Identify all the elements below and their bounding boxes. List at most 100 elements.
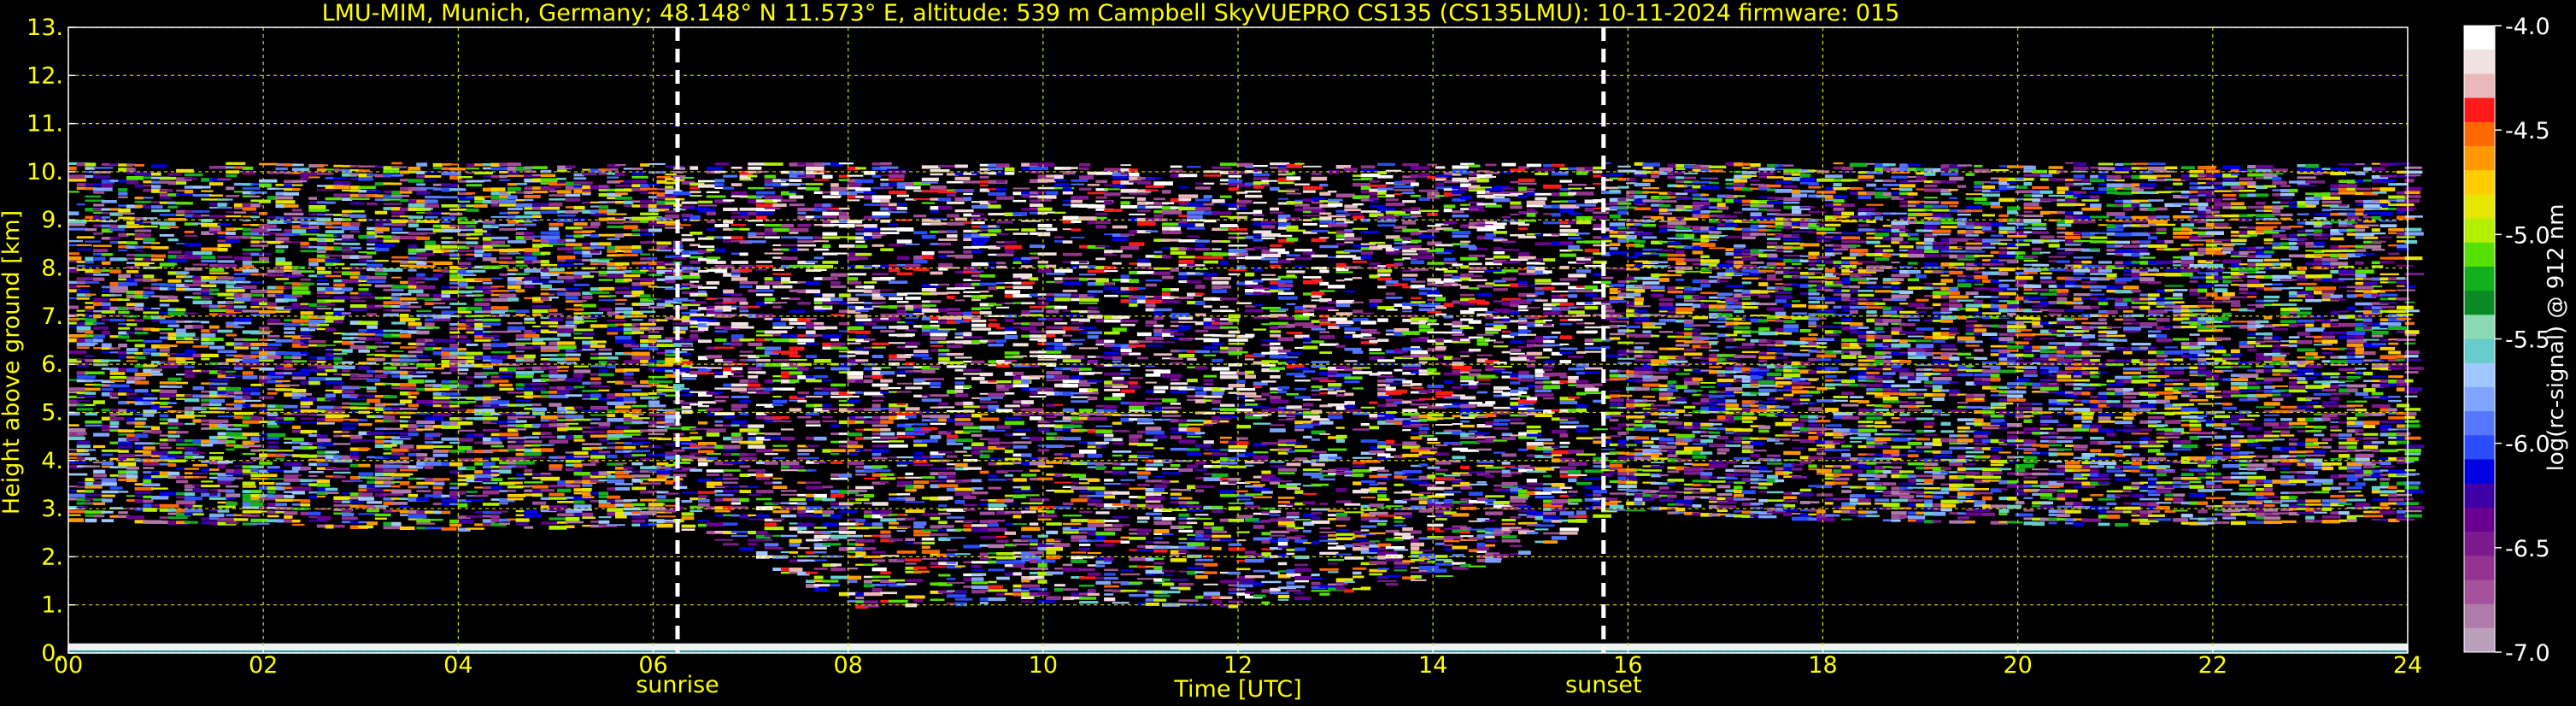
heat-cell (267, 391, 278, 395)
heat-cell (349, 300, 367, 303)
heat-cell (540, 505, 549, 509)
heat-cell (208, 403, 222, 406)
heat-cell (590, 311, 604, 315)
heat-cell (838, 346, 848, 350)
heat-cell (871, 355, 883, 358)
heat-cell (607, 168, 619, 171)
heat-cell (217, 276, 234, 280)
heat-cell (913, 353, 930, 357)
heat-cell (441, 216, 456, 220)
heat-cell (217, 509, 230, 513)
heat-cell (184, 497, 202, 501)
heat-cell (573, 369, 591, 374)
heat-cell (391, 309, 411, 312)
heat-cell (208, 325, 220, 329)
heat-cell (441, 425, 461, 429)
heat-cell (813, 321, 824, 325)
heat-cell (789, 227, 809, 232)
heat-cell (118, 454, 135, 458)
heat-cell (192, 504, 202, 508)
heat-cell (425, 215, 438, 219)
heat-cell (880, 436, 898, 440)
heat-cell (789, 297, 801, 301)
heat-cell (275, 200, 296, 204)
heat-cell (425, 244, 441, 250)
heat-cell (656, 495, 666, 499)
heat-cell (889, 191, 907, 195)
heat-cell (284, 515, 293, 519)
heat-cell (615, 426, 630, 429)
heat-cell (797, 236, 813, 240)
heat-cell (515, 203, 532, 208)
heat-cell (208, 309, 229, 312)
heat-cell (689, 272, 700, 276)
heat-cell (590, 459, 600, 463)
heat-cell (259, 179, 278, 183)
heat-cell (532, 301, 543, 303)
heat-cell (896, 514, 906, 516)
heat-cell (250, 289, 268, 293)
heat-cell (607, 327, 625, 332)
heat-cell (905, 485, 914, 489)
heat-cell (838, 403, 854, 407)
heat-cell (806, 469, 817, 472)
heat-cell (623, 499, 637, 502)
heat-cell (565, 325, 575, 327)
heat-cell (896, 456, 914, 459)
heat-cell (333, 373, 343, 375)
heat-cell (549, 366, 559, 369)
heat-cell (143, 483, 161, 486)
heat-cell (267, 290, 284, 294)
heat-cell (425, 240, 436, 245)
heat-cell (689, 468, 702, 472)
heat-cell (267, 302, 277, 307)
heat-cell (134, 254, 154, 257)
heat-cell (408, 449, 421, 451)
heat-cell (416, 162, 428, 167)
heat-cell (731, 534, 748, 538)
heat-cell (863, 591, 883, 597)
heat-cell (938, 406, 955, 409)
heat-cell (822, 174, 833, 179)
heat-cell (151, 373, 163, 376)
heat-cell (367, 279, 386, 283)
heat-cell (143, 503, 153, 508)
heat-cell (250, 195, 261, 197)
heat-cell (167, 516, 178, 520)
heat-cell (731, 432, 742, 437)
heat-cell (275, 507, 294, 510)
heat-cell (482, 347, 492, 350)
heat-cell (863, 338, 876, 341)
heat-cell (159, 365, 179, 368)
heat-cell (432, 318, 451, 321)
heat-cell (325, 258, 340, 262)
heat-cell (838, 179, 848, 181)
heat-cell (557, 247, 574, 250)
heat-cell (316, 267, 326, 271)
heat-cell (755, 191, 776, 195)
heat-cell (316, 270, 332, 274)
heat-cell (830, 342, 846, 346)
heat-cell (242, 485, 257, 488)
heat-cell (374, 182, 384, 186)
heat-cell (391, 195, 410, 197)
heat-cell (822, 162, 831, 166)
heat-cell (648, 396, 660, 399)
heat-cell (367, 251, 377, 255)
heat-cell (333, 185, 350, 190)
heat-cell (250, 350, 261, 355)
heat-cell (855, 240, 866, 244)
heat-cell (300, 311, 314, 315)
heat-cell (499, 293, 517, 298)
heat-cell (233, 424, 249, 427)
heat-cell (590, 209, 599, 214)
heat-cell (905, 415, 917, 419)
heat-cell (507, 321, 523, 325)
heat-cell (607, 360, 617, 363)
heat-cell (134, 221, 144, 224)
heat-cell (242, 396, 251, 400)
heat-cell (482, 490, 500, 495)
heat-cell (226, 174, 238, 178)
heat-cell (573, 406, 584, 409)
heat-cell (408, 256, 417, 260)
